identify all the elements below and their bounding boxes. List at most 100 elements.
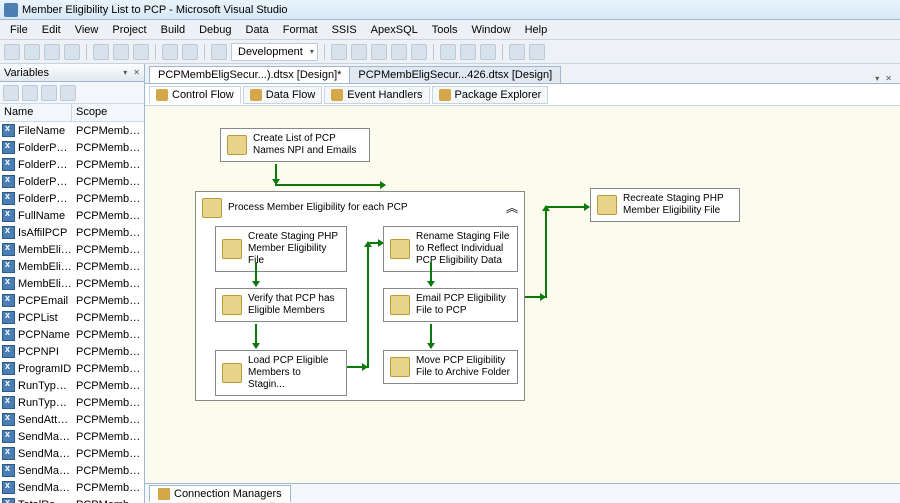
variable-row[interactable]: SendAttach...PCPMembElig... xyxy=(0,411,144,428)
connector[interactable] xyxy=(430,262,432,286)
variables-list[interactable]: FileNamePCPMembElig...FolderPartAr...PCP… xyxy=(0,122,144,503)
tabs-dropdown-icon[interactable]: ▾ xyxy=(875,74,879,83)
variable-row[interactable]: SendMailBodyPCPMembElig... xyxy=(0,428,144,445)
collapse-icon[interactable]: ︽ xyxy=(506,201,518,215)
menu-ssis[interactable]: SSIS xyxy=(326,22,363,38)
tab-event-handlers[interactable]: Event Handlers xyxy=(324,86,429,104)
task-create-staging[interactable]: Create Staging PHP Member Eligibility Fi… xyxy=(215,226,347,272)
variable-row[interactable]: SendMailSu...PCPMembElig... xyxy=(0,462,144,479)
variable-scope: PCPMembElig... xyxy=(72,142,144,154)
connector[interactable] xyxy=(430,324,432,348)
variable-row[interactable]: PCPListPCPMembElig... xyxy=(0,309,144,326)
close-icon[interactable]: ✕ xyxy=(133,68,140,77)
task-create-list[interactable]: Create List of PCP Names NPI and Emails xyxy=(220,128,370,162)
panel-header[interactable]: Variables ▾✕ xyxy=(0,64,144,82)
tb-misc-icon[interactable] xyxy=(411,44,427,60)
variable-row[interactable]: ProgramIDPCPMembElig... xyxy=(0,360,144,377)
col-name[interactable]: Name xyxy=(0,104,72,121)
menu-format[interactable]: Format xyxy=(277,22,324,38)
delete-variable-icon[interactable] xyxy=(22,85,38,101)
tb-redo-icon[interactable] xyxy=(182,44,198,60)
tb-misc-icon[interactable] xyxy=(351,44,367,60)
variable-row[interactable]: MembEligLi...PCPMembElig... xyxy=(0,275,144,292)
menu-file[interactable]: File xyxy=(4,22,34,38)
connector[interactable] xyxy=(367,242,369,368)
variable-row[interactable]: SendMailToPCPMembElig... xyxy=(0,479,144,496)
task-recreate[interactable]: Recreate Staging PHP Member Eligibility … xyxy=(590,188,740,222)
tb-cut-icon[interactable] xyxy=(93,44,109,60)
grid-options-icon[interactable] xyxy=(60,85,76,101)
tb-misc-icon[interactable] xyxy=(480,44,496,60)
variable-row[interactable]: TotalRowCo...PCPMembElig... xyxy=(0,496,144,503)
tb-paste-icon[interactable] xyxy=(133,44,149,60)
menu-window[interactable]: Window xyxy=(465,22,516,38)
add-variable-icon[interactable] xyxy=(3,85,19,101)
variable-row[interactable]: RunTypeLPE...PCPMembElig... xyxy=(0,377,144,394)
menu-build[interactable]: Build xyxy=(155,22,191,38)
task-rename[interactable]: Rename Staging File to Reflect Individua… xyxy=(383,226,518,272)
tb-misc-icon[interactable] xyxy=(371,44,387,60)
tb-misc-icon[interactable] xyxy=(440,44,456,60)
variable-row[interactable]: IsAffilPCPPCPMembElig... xyxy=(0,224,144,241)
variable-row[interactable]: PCPNamePCPMembElig... xyxy=(0,326,144,343)
tb-copy-icon[interactable] xyxy=(113,44,129,60)
menu-debug[interactable]: Debug xyxy=(193,22,237,38)
config-dropdown[interactable]: Development xyxy=(231,43,318,61)
menu-tools[interactable]: Tools xyxy=(426,22,464,38)
task-archive[interactable]: Move PCP Eligibility File to Archive Fol… xyxy=(383,350,518,384)
pin-icon[interactable]: ▾ xyxy=(123,68,127,77)
tb-misc-icon[interactable] xyxy=(331,44,347,60)
tab-package-explorer[interactable]: Package Explorer xyxy=(432,86,549,104)
variable-name: SendAttach... xyxy=(17,414,72,426)
variable-row[interactable]: FullNamePCPMembElig... xyxy=(0,207,144,224)
menu-edit[interactable]: Edit xyxy=(36,22,67,38)
col-scope[interactable]: Scope xyxy=(72,104,144,121)
variable-row[interactable]: MembEligLi...PCPMembElig... xyxy=(0,241,144,258)
task-email[interactable]: Email PCP Eligibility File to PCP xyxy=(383,288,518,322)
menu-project[interactable]: Project xyxy=(106,22,152,38)
variable-row[interactable]: PCPNPIPCPMembElig... xyxy=(0,343,144,360)
tb-save-all-icon[interactable] xyxy=(64,44,80,60)
connector[interactable] xyxy=(545,206,589,208)
variable-row[interactable]: RunTypeVPE...PCPMembElig... xyxy=(0,394,144,411)
menu-help[interactable]: Help xyxy=(519,22,554,38)
connection-managers-tab[interactable]: Connection Managers xyxy=(149,485,291,502)
connector[interactable] xyxy=(255,262,257,286)
tb-misc-icon[interactable] xyxy=(391,44,407,60)
doc-tab[interactable]: PCPMembEligSecur...426.dtsx [Design] xyxy=(349,66,561,83)
variable-row[interactable]: FolderPartBa...PCPMembElig... xyxy=(0,156,144,173)
tb-undo-icon[interactable] xyxy=(162,44,178,60)
close-tab-icon[interactable]: ✕ xyxy=(885,74,892,83)
tab-control-flow[interactable]: Control Flow xyxy=(149,86,241,104)
design-canvas[interactable]: Create List of PCP Names NPI and Emails … xyxy=(145,106,900,483)
tb-misc-icon[interactable] xyxy=(460,44,476,60)
connector[interactable] xyxy=(255,324,257,348)
menu-view[interactable]: View xyxy=(69,22,105,38)
tb-new-icon[interactable] xyxy=(4,44,20,60)
connector[interactable] xyxy=(545,206,547,298)
variable-row[interactable]: MembEligLi...PCPMembElig... xyxy=(0,258,144,275)
tb-open-icon[interactable] xyxy=(24,44,40,60)
tb-misc-icon[interactable] xyxy=(529,44,545,60)
variable-row[interactable]: FolderPartSt...PCPMembElig... xyxy=(0,173,144,190)
move-variable-icon[interactable] xyxy=(41,85,57,101)
tb-misc-icon[interactable] xyxy=(509,44,525,60)
tab-data-flow[interactable]: Data Flow xyxy=(243,86,323,104)
connector[interactable] xyxy=(367,242,383,244)
variable-row[interactable]: FolderPartAr...PCPMembElig... xyxy=(0,139,144,156)
menu-apexsql[interactable]: ApexSQL xyxy=(365,22,424,38)
variable-row[interactable]: SendMailFro...PCPMembElig... xyxy=(0,445,144,462)
task-verify[interactable]: Verify that PCP has Eligible Members xyxy=(215,288,347,322)
connector[interactable] xyxy=(275,164,277,184)
variable-row[interactable]: FolderPathR...PCPMembElig... xyxy=(0,190,144,207)
variable-row[interactable]: FileNamePCPMembElig... xyxy=(0,122,144,139)
connector[interactable] xyxy=(525,296,545,298)
task-load[interactable]: Load PCP Eligible Members to Stagin... xyxy=(215,350,347,396)
menu-data[interactable]: Data xyxy=(240,22,275,38)
tb-start-icon[interactable] xyxy=(211,44,227,60)
connector[interactable] xyxy=(275,184,385,186)
connector[interactable] xyxy=(347,366,367,368)
tb-save-icon[interactable] xyxy=(44,44,60,60)
doc-tab-active[interactable]: PCPMembEligSecur...).dtsx [Design]* xyxy=(149,66,350,83)
variable-row[interactable]: PCPEmailPCPMembElig... xyxy=(0,292,144,309)
